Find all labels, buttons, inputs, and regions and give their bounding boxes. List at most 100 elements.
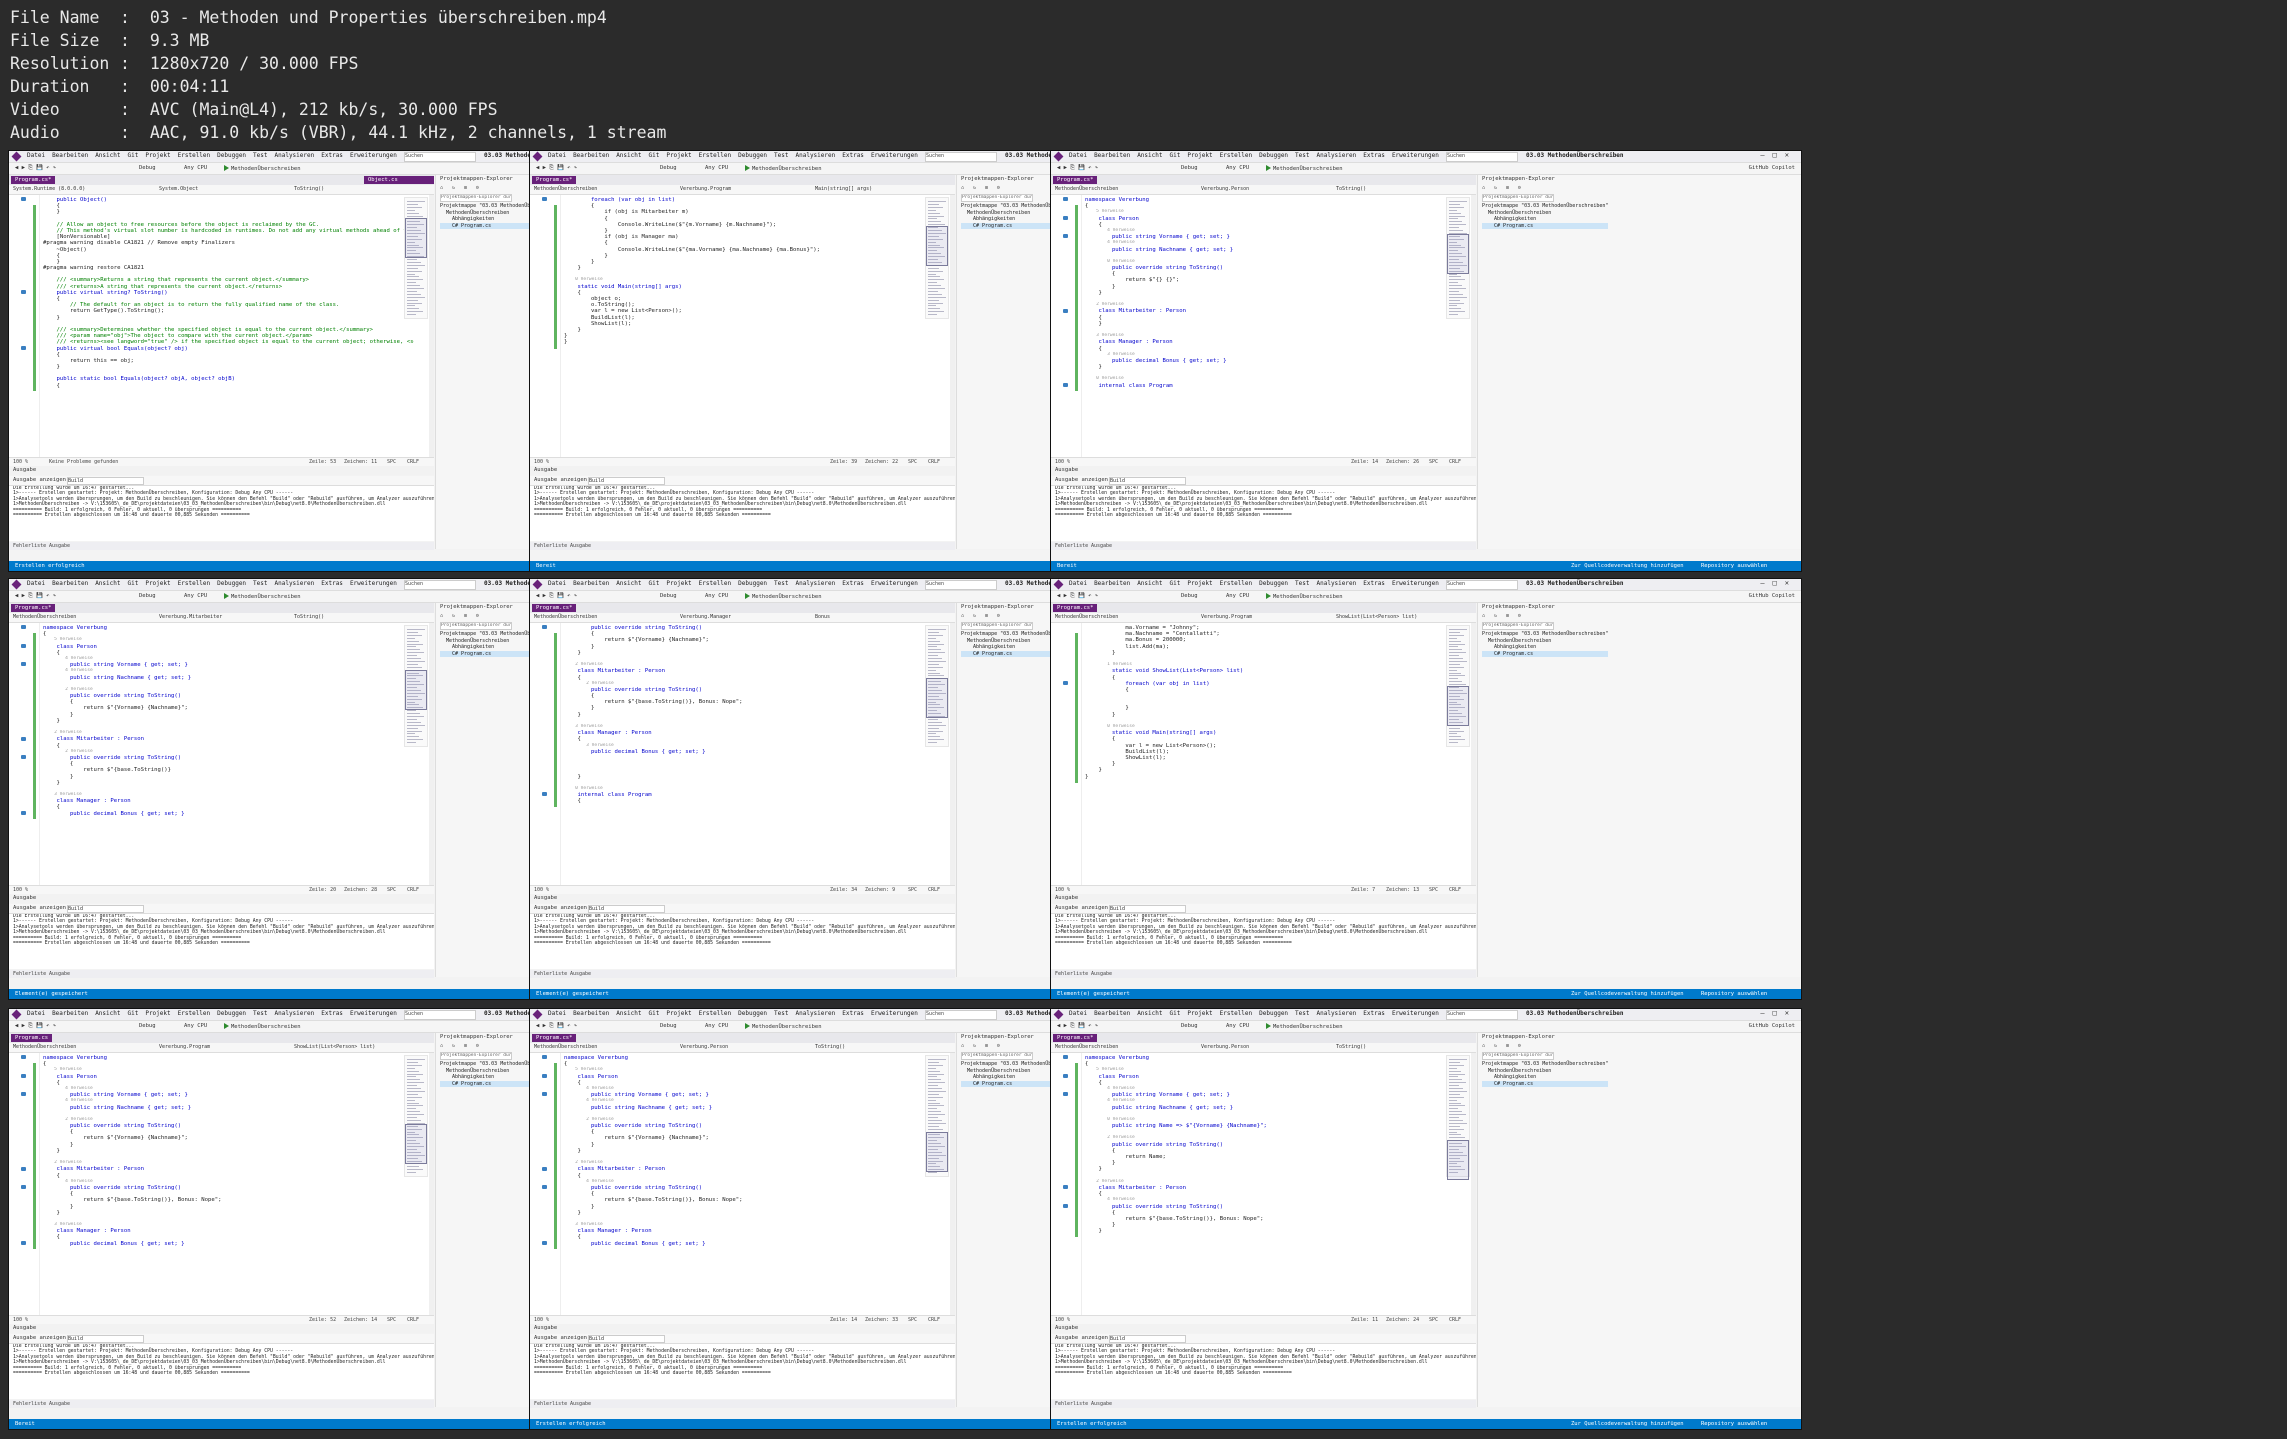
tree-item[interactable]: Projektmappe "03.03 MethodenÜberschreibe… [1482,1061,1608,1068]
minimap-viewport[interactable] [926,226,948,266]
menu-item[interactable]: Ansicht [1137,1010,1162,1017]
code-editor[interactable]: namespace Vererbung{ 5 Verweise class Pe… [9,1053,434,1315]
minimap-viewport[interactable] [405,218,427,258]
tab-error-list[interactable]: Fehlerliste [1055,543,1088,549]
minimap-viewport[interactable] [926,1132,948,1172]
platform-select[interactable]: Any CPU [1226,165,1249,171]
menu-item[interactable]: Git [127,1010,138,1017]
solution-search-input[interactable]: Projektmappen-Explorer durchsuchen [440,622,512,630]
output-source-select[interactable]: Build [67,477,144,485]
menu-item[interactable]: Debuggen [1259,1010,1288,1017]
menu-item[interactable]: Extras [842,580,864,587]
toolbar-icons[interactable]: ◀ ▶ ⎘ 💾 ↶ ↷ [15,165,56,172]
solution-search-input[interactable]: Projektmappen-Explorer durchsuchen [1482,622,1554,630]
menu-item[interactable]: Erstellen [699,580,732,587]
code-text[interactable]: public Object() { } // Allow an object t… [43,197,414,389]
code-text[interactable]: namespace Vererbung{ 5 Verweise class Pe… [1085,197,1456,389]
nav-project-dropdown[interactable]: System.Runtime (8.0.0.0) [13,186,85,192]
menu-item[interactable]: Erweiterungen [1392,580,1439,587]
menu-item[interactable]: Debuggen [217,580,246,587]
menu-item[interactable]: Bearbeiten [1094,1010,1130,1017]
config-select[interactable]: Debug [660,165,677,171]
minimap-viewport[interactable] [1447,234,1469,274]
menu-item[interactable]: Analysieren [275,152,315,159]
menu-item[interactable]: Projekt [1187,1010,1212,1017]
menu-item[interactable]: Datei [27,152,45,159]
menu-item[interactable]: Erweiterungen [1392,152,1439,159]
window-controls[interactable]: –□✕ [1760,579,1797,587]
menu-item[interactable]: Datei [1069,580,1087,587]
code-editor[interactable]: namespace Vererbung{ 5 Verweise class Pe… [1051,195,1476,457]
minimap[interactable] [925,197,949,319]
nav-type-dropdown[interactable]: Vererbung.Program [1201,614,1252,620]
menu-item[interactable]: Analysieren [796,580,836,587]
menu-item[interactable]: Debuggen [217,152,246,159]
minimap-viewport[interactable] [1447,686,1469,726]
menu-item[interactable]: Debuggen [738,580,767,587]
nav-member-dropdown[interactable]: ShowList(List<Person> list) [1336,614,1417,620]
nav-type-dropdown[interactable]: Vererbung.Mitarbeiter [159,614,222,620]
nav-type-dropdown[interactable]: Vererbung.Manager [680,614,731,620]
tab-output[interactable]: Ausgabe [570,543,591,549]
code-text[interactable]: ma.Vorname = "Johnny"; ma.Nachname = "Ce… [1085,625,1456,780]
menu-item[interactable]: Erweiterungen [871,580,918,587]
menu-item[interactable]: Erweiterungen [350,152,397,159]
menu-item[interactable]: Test [1295,152,1309,159]
tree-item[interactable]: Projektmappe "03.03 MethodenÜberschreibe… [1482,203,1608,210]
toolbar-icons[interactable]: ◀ ▶ ⎘ 💾 ↶ ↷ [536,593,577,600]
tree-item[interactable]: Projektmappe "03.03 MethodenÜberschreibe… [1482,631,1608,638]
code-editor[interactable]: public override string ToString() { retu… [530,623,955,885]
menu-item[interactable]: Ansicht [95,1010,120,1017]
menu-item[interactable]: Ansicht [95,580,120,587]
menu-item[interactable]: Erweiterungen [350,1010,397,1017]
search-input[interactable]: Suchen [404,1010,476,1020]
menu-item[interactable]: Projekt [145,152,170,159]
menu-item[interactable]: Extras [1363,1010,1385,1017]
platform-select[interactable]: Any CPU [184,593,207,599]
menu-item[interactable]: Ansicht [616,1010,641,1017]
editor-scrollbar[interactable] [429,1053,434,1315]
menu-item[interactable]: Git [127,152,138,159]
run-button[interactable]: MethodenÜberschreiben [745,165,822,172]
zoom-level[interactable]: 100 % [534,887,549,893]
tree-item[interactable]: C# Program.cs [1482,650,1609,657]
select-repository-button[interactable]: Repository auswählen [1701,1421,1767,1427]
solution-explorer-toolbar[interactable]: ⌂ ↻ ⊞ ⚙ [1482,1043,1800,1050]
menu-item[interactable]: Debuggen [1259,152,1288,159]
tab-error-list[interactable]: Fehlerliste [534,543,567,549]
tab-error-list[interactable]: Fehlerliste [13,1401,46,1407]
zoom-level[interactable]: 100 % [13,887,28,893]
menu-item[interactable]: Git [127,580,138,587]
output-text[interactable]: Die Erstellung wurde um 16:47 gestartet.… [530,1344,955,1399]
menu-item[interactable]: Projekt [666,1010,691,1017]
menu-item[interactable]: Erstellen [1220,1010,1253,1017]
menu-item[interactable]: Test [774,1010,788,1017]
github-copilot-button[interactable]: GitHub Copilot [1749,1023,1795,1029]
zoom-level[interactable]: 100 % [1055,459,1070,465]
toolbar-icons[interactable]: ◀ ▶ ⎘ 💾 ↶ ↷ [1057,165,1098,172]
menu-item[interactable]: Extras [842,1010,864,1017]
zoom-level[interactable]: 100 % [1055,887,1070,893]
tab-program-cs[interactable]: Program.cs* [532,604,577,612]
output-source-select[interactable]: Build [588,1335,665,1343]
platform-select[interactable]: Any CPU [184,1023,207,1029]
config-select[interactable]: Debug [139,593,156,599]
solution-search-input[interactable]: Projektmappen-Explorer durchsuchen [1482,194,1554,202]
nav-member-dropdown[interactable]: ToString() [294,614,324,620]
menu-item[interactable]: Git [648,152,659,159]
menu-item[interactable]: Bearbeiten [52,1010,88,1017]
search-input[interactable]: Suchen [1446,152,1518,162]
menu-item[interactable]: Extras [321,152,343,159]
nav-type-dropdown[interactable]: Vererbung.Person [1201,186,1249,192]
window-controls[interactable]: –□✕ [1760,1009,1797,1017]
add-to-source-control-button[interactable]: Zur Quellcodeverwaltung hinzufügen [1571,563,1684,569]
menu-item[interactable]: Extras [1363,152,1385,159]
run-button[interactable]: MethodenÜberschreiben [1266,1023,1343,1030]
run-button[interactable]: MethodenÜberschreiben [224,165,301,172]
menu-item[interactable]: Git [648,1010,659,1017]
minimap-viewport[interactable] [405,670,427,710]
solution-search-input[interactable]: Projektmappen-Explorer durchsuchen [1482,1052,1554,1060]
platform-select[interactable]: Any CPU [705,165,728,171]
menu-item[interactable]: Test [1295,1010,1309,1017]
output-text[interactable]: Die Erstellung wurde um 16:47 gestartet.… [9,914,434,969]
